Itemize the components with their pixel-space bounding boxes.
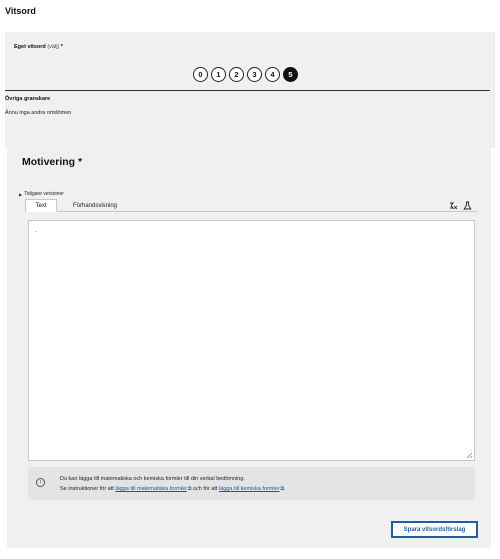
own-grade-label: Eget vitsord (välj) *: [14, 44, 63, 50]
grade-button-2[interactable]: 2: [229, 67, 244, 82]
info-middle: och för att: [191, 486, 219, 492]
tab-text[interactable]: Text: [25, 199, 57, 212]
grade-button-4[interactable]: 4: [265, 67, 280, 82]
editor-tab-bar: Text Förhandsvisning: [25, 199, 477, 212]
motivation-title: Motivering *: [22, 156, 83, 168]
info-suffix: .: [284, 486, 286, 492]
page-title: Vitsord: [5, 6, 36, 16]
grade-panel: Eget vitsord (välj) * 0 1 2 3 4 5 Övriga…: [5, 32, 495, 148]
own-grade-hint: (välj): [47, 44, 60, 50]
chemistry-formula-link[interactable]: lägga till kemiska formler: [219, 486, 280, 492]
resize-grip-icon[interactable]: [466, 452, 473, 459]
info-text-line2: Se instruktioner för att lägga till mate…: [60, 486, 286, 492]
math-formula-icon[interactable]: [449, 201, 458, 210]
chemistry-formula-icon[interactable]: [463, 201, 472, 210]
editor-value: -: [35, 229, 37, 235]
other-reviewers-title: Övriga granskare: [5, 96, 51, 102]
grade-button-0[interactable]: 0: [193, 67, 208, 82]
info-text-line1: Du kan lägga till matematiska och kemisk…: [60, 476, 245, 482]
formula-info-box: ! Du kan lägga till matematiska och kemi…: [28, 467, 475, 500]
required-marker: *: [59, 44, 63, 50]
other-reviewers-empty: Ännu inga andra omdömen: [5, 110, 72, 116]
grade-scale: 0 1 2 3 4 5: [193, 67, 298, 82]
triangle-right-icon: ▶: [19, 191, 23, 197]
previous-versions-toggle[interactable]: ▶ Tidigare versioner: [19, 191, 64, 197]
grade-button-1[interactable]: 1: [211, 67, 226, 82]
own-grade-label-text: Eget vitsord: [14, 44, 46, 50]
grade-button-3[interactable]: 3: [247, 67, 262, 82]
motivation-panel: Motivering * ▶ Tidigare versioner Text F…: [7, 140, 491, 548]
motivation-editor[interactable]: -: [28, 220, 475, 461]
math-formula-link[interactable]: lägga till matematiska formler: [115, 486, 187, 492]
grade-button-5[interactable]: 5: [283, 67, 298, 82]
info-prefix: Se instruktioner för att: [60, 486, 116, 492]
previous-versions-label: Tidigare versioner: [24, 191, 64, 197]
divider: [5, 90, 490, 91]
tab-preview[interactable]: Förhandsvisning: [65, 199, 125, 212]
save-grade-button[interactable]: Spara vitsordsförslag: [391, 521, 478, 538]
info-icon: !: [36, 478, 45, 487]
